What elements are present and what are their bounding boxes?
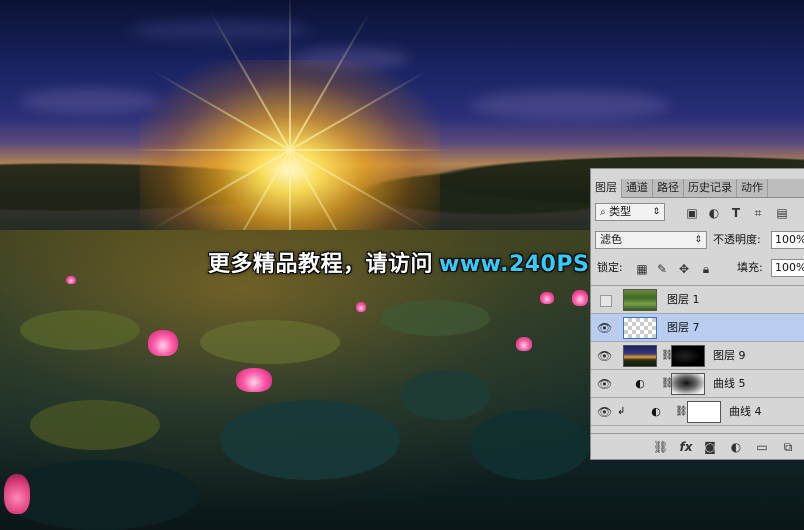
layer-thumbnail: [623, 345, 657, 367]
new-layer-icon[interactable]: ⧉: [781, 440, 795, 454]
lotus-leaf: [30, 400, 160, 450]
adjustment-layer-icon: ◐: [651, 405, 661, 418]
fill-field[interactable]: 100%: [771, 259, 804, 277]
chain-link-icon: ⛓: [675, 406, 688, 417]
lotus-leaf: [470, 410, 590, 480]
shape-filter-icon[interactable]: ⌗: [751, 206, 765, 220]
new-group-icon[interactable]: ▭: [755, 440, 769, 454]
layer-row[interactable]: 👁︎ ⛓ 图层 9: [591, 342, 804, 370]
layer-row[interactable]: 👁︎ ◐ ⛓ 曲线 5: [591, 370, 804, 398]
blend-mode-select[interactable]: 滤色 ⇕: [595, 231, 707, 249]
layer-name: 曲线 4: [729, 405, 762, 418]
add-mask-icon[interactable]: ◙: [703, 440, 717, 454]
search-icon: ⌕: [600, 207, 606, 218]
new-adjustment-icon[interactable]: ◐: [729, 440, 743, 454]
lotus-flower: [148, 330, 178, 356]
lock-row: 锁定: ▦ ✎ ✥ 🔒︎ 填充: 100%: [591, 259, 804, 279]
tab-channels[interactable]: 通道: [622, 179, 653, 197]
layer-mask-thumbnail: [671, 373, 705, 395]
lotus-flower: [356, 302, 366, 312]
lotus-flower: [236, 368, 272, 392]
clipping-arrow-icon: ↲: [617, 406, 626, 417]
layer-name: 图层 7: [667, 321, 700, 334]
tab-paths[interactable]: 路径: [653, 179, 684, 197]
updown-arrow-icon: ⇕: [694, 235, 702, 245]
blend-row: 滤色 ⇕ 不透明度: 100%: [591, 231, 804, 251]
lotus-flower: [66, 276, 76, 284]
tab-actions[interactable]: 动作: [737, 179, 768, 197]
fx-icon[interactable]: fx: [677, 440, 695, 454]
layer-name: 曲线 5: [713, 377, 746, 390]
lotus-flower: [572, 290, 588, 306]
type-filter-icon[interactable]: T: [729, 206, 743, 220]
layer-mask-thumbnail: [687, 401, 721, 423]
adjustment-filter-icon[interactable]: ◐: [707, 206, 721, 220]
lock-label: 锁定:: [597, 261, 623, 274]
updown-arrow-icon: ⇕: [652, 207, 660, 217]
tab-layers[interactable]: 图层: [591, 179, 622, 198]
layer-row[interactable]: 👁︎ ↲ ◐ ⛓ 曲线 4: [591, 398, 804, 426]
layer-name: 图层 1: [667, 293, 700, 306]
filter-row: ⌕ 类型 ⇕ ▣ ◐ T ⌗ ▤: [591, 203, 804, 223]
lotus-flower: [516, 337, 532, 351]
opacity-field[interactable]: 100%: [771, 231, 804, 249]
fill-label: 填充:: [737, 261, 763, 274]
layer-thumbnail: [623, 289, 657, 311]
chain-link-icon: ⛓: [661, 378, 674, 389]
layer-row[interactable]: 图层 1: [591, 286, 804, 314]
layers-panel: 图层 通道 路径 历史记录 动作 ⌕ 类型 ⇕ ▣ ◐ T ⌗ ▤ 滤色 ⇕ 不…: [590, 168, 804, 460]
panel-bottom-toolbar: ⛓ fx ◙ ◐ ▭ ⧉: [591, 433, 804, 460]
brush-icon[interactable]: ✎: [655, 262, 669, 276]
lotus-flower: [540, 292, 554, 304]
eye-icon[interactable]: 👁︎: [597, 405, 612, 419]
move-icon[interactable]: ✥: [677, 262, 691, 276]
eye-icon[interactable]: 👁︎: [597, 349, 612, 363]
lotus-flower: [4, 474, 30, 514]
link-layers-icon[interactable]: ⛓: [653, 440, 668, 454]
eye-icon[interactable]: 👁︎: [597, 377, 612, 391]
lock-transparent-icon[interactable]: ▦: [635, 262, 649, 276]
blend-mode-value: 滤色: [600, 233, 622, 246]
tab-history[interactable]: 历史记录: [684, 179, 737, 197]
layer-mask-thumbnail: [671, 345, 705, 367]
lotus-leaf: [200, 320, 340, 364]
lotus-leaf: [220, 400, 400, 480]
opacity-label: 不透明度:: [713, 233, 761, 246]
layer-filter-value: 类型: [609, 205, 632, 218]
eye-icon[interactable]: 👁︎: [597, 321, 612, 335]
lock-icon[interactable]: 🔒︎: [699, 262, 713, 276]
layer-thumbnail: [623, 317, 657, 339]
lotus-leaf: [20, 310, 140, 350]
adjustment-layer-icon: ◐: [635, 377, 645, 390]
watermark-text: 更多精品教程，请访问: [208, 252, 434, 277]
lotus-leaf: [380, 300, 490, 336]
image-filter-icon[interactable]: ▣: [685, 206, 699, 220]
panel-tabs: 图层 通道 路径 历史记录 动作: [591, 179, 804, 198]
watermark: 更多精品教程，请访问 www.240PS.com: [208, 246, 651, 278]
layer-filter-select[interactable]: ⌕ 类型 ⇕: [595, 203, 665, 221]
lotus-leaf: [400, 370, 490, 420]
layer-row-selected[interactable]: 👁︎ 图层 7: [591, 314, 804, 342]
layer-name: 图层 9: [713, 349, 746, 362]
smart-object-filter-icon[interactable]: ▤: [775, 206, 789, 220]
sun-rays: [130, 0, 450, 310]
layers-list: 图层 1 👁︎ 图层 7 👁︎ ⛓ 图层 9 👁︎ ◐ ⛓ 曲线 5 👁︎ ↲ …: [591, 285, 804, 434]
chain-link-icon: ⛓: [661, 350, 674, 361]
visibility-off-box[interactable]: [600, 295, 612, 307]
cloud: [20, 88, 160, 114]
lotus-leaf: [0, 460, 200, 530]
